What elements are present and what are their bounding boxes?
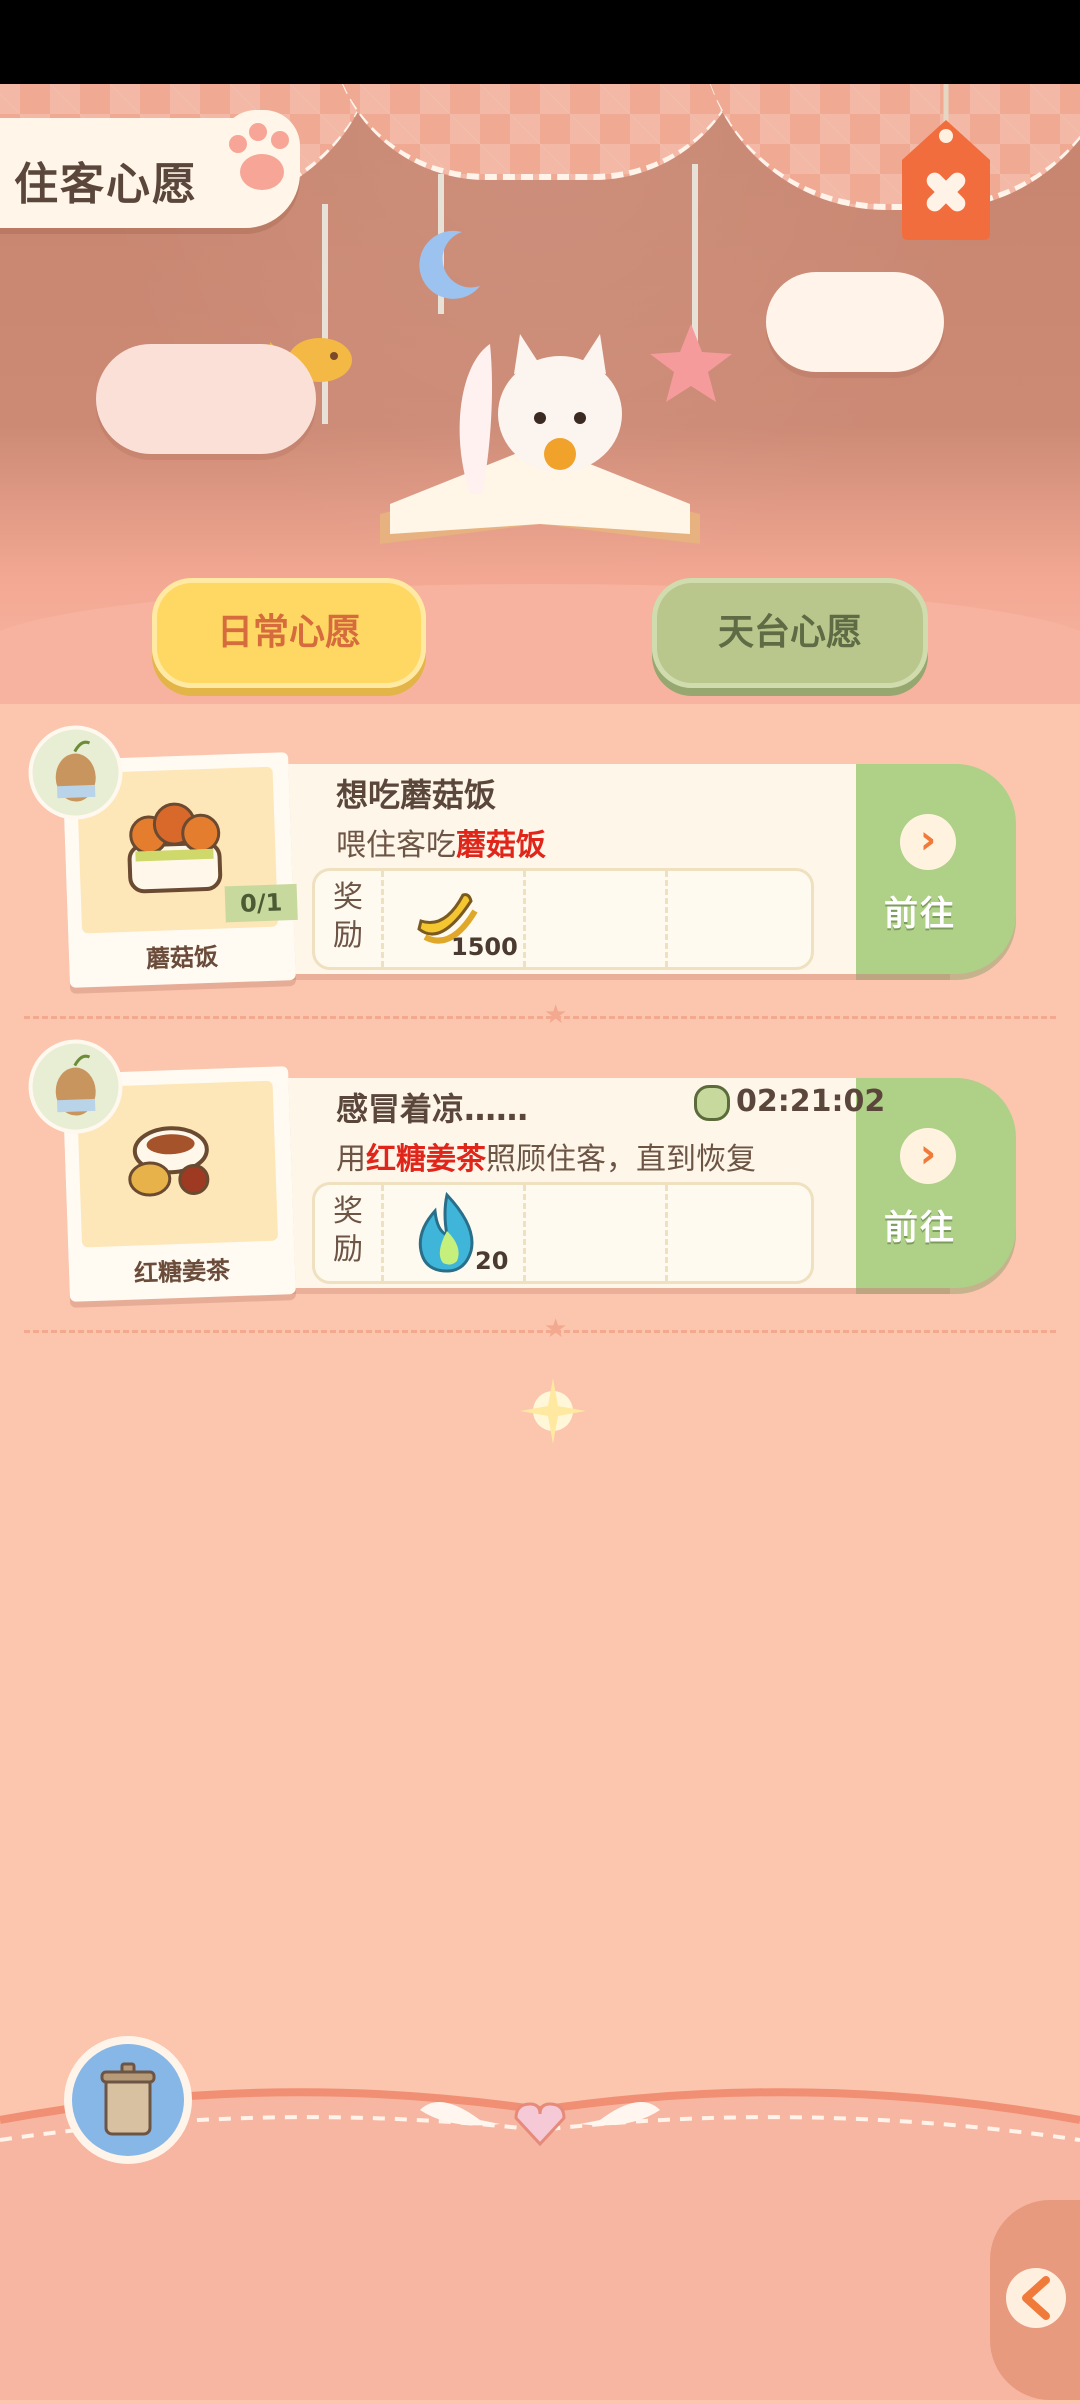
guest-avatar: [31, 1042, 121, 1132]
reward-count: 1500: [451, 933, 518, 961]
potato-guest-icon: [55, 1054, 96, 1116]
wish-description: 用红糖姜茶照顾住客，直到恢复: [336, 1134, 756, 1178]
reward-divider: [523, 871, 526, 967]
divider: [24, 1016, 1056, 1019]
sparkle-icon: [520, 1378, 586, 1444]
mushroom-rice-icon: [127, 802, 223, 894]
desc-suffix: 照顾住客，直到恢复: [486, 1142, 756, 1177]
item-thumbnail: 0/1 蘑菇饭: [31, 728, 298, 988]
reward-divider: [381, 871, 384, 967]
chevron-left-icon: [1006, 2268, 1066, 2328]
wish-title: 感冒着凉……: [336, 1090, 529, 1128]
potato-guest-icon: [55, 740, 96, 802]
brown-sugar-ginger-tea-icon: [128, 1126, 210, 1197]
go-label: 前往: [884, 1208, 956, 1248]
go-label: 前往: [884, 894, 956, 934]
book-cat-illustration: [380, 334, 700, 544]
countdown-timer: 02:21:02: [694, 1084, 885, 1121]
item-name: 红糖姜茶: [133, 1256, 231, 1288]
trash-button[interactable]: [72, 2044, 184, 2156]
tab-daily-wish[interactable]: 日常心愿: [152, 578, 426, 688]
arrow-right-icon: ›: [900, 1128, 956, 1184]
go-button[interactable]: › 前往: [856, 764, 1016, 974]
reward-divider: [523, 1185, 526, 1281]
star-ornament-icon: ★: [544, 1314, 568, 1344]
desc-prefix: 喂住客吃: [336, 828, 456, 863]
tab-rooftop-wish[interactable]: 天台心愿: [652, 578, 928, 688]
wish-card: › 前往 红糖姜茶 感冒着凉…… 02:21:02 用红糖姜茶照顾住客，直到恢复…: [31, 1042, 1016, 1302]
divider: [24, 1330, 1056, 1333]
status-bar: [0, 0, 1080, 84]
cloud: [766, 272, 944, 372]
reward-divider: [665, 1185, 668, 1281]
item-name: 蘑菇饭: [145, 942, 219, 974]
string: [692, 164, 698, 344]
desc-prefix: 用: [336, 1142, 366, 1177]
reward-label: 奖励: [333, 1194, 363, 1267]
reward-count: 20: [475, 1247, 509, 1275]
cloud: [96, 344, 316, 454]
reward-divider: [665, 871, 668, 967]
clock-icon: [694, 1084, 730, 1121]
reward-label: 奖励: [333, 880, 363, 953]
trash-can-icon: [100, 2062, 156, 2136]
guest-avatar: [31, 728, 121, 818]
wish-card: › 前往 0/1 蘑菇饭 想吃蘑菇饭 喂住客吃蘑菇饭 奖励 1500: [31, 728, 1016, 988]
paw-icon: [220, 110, 300, 208]
progress-badge: 0/1: [224, 883, 298, 923]
desc-highlight: 红糖姜茶: [366, 1142, 486, 1177]
arrow-right-icon: ›: [900, 814, 956, 870]
close-button[interactable]: [890, 84, 1002, 244]
reward-box: 奖励 1500: [312, 868, 814, 970]
wish-title: 想吃蘑菇饭: [336, 776, 497, 814]
star-ornament-icon: ★: [544, 1000, 568, 1030]
wish-description: 喂住客吃蘑菇饭: [336, 820, 546, 864]
curtain-middle: [330, 84, 750, 180]
back-button[interactable]: [990, 2200, 1080, 2400]
timer-text: 02:21:02: [736, 1084, 886, 1119]
desc-highlight: 蘑菇饭: [456, 828, 546, 863]
page-title: 住客心愿: [14, 159, 198, 210]
item-thumbnail: 红糖姜茶: [31, 1042, 296, 1302]
reward-box: 奖励 20: [312, 1182, 814, 1284]
reward-divider: [381, 1185, 384, 1281]
moon-icon: [419, 230, 480, 299]
